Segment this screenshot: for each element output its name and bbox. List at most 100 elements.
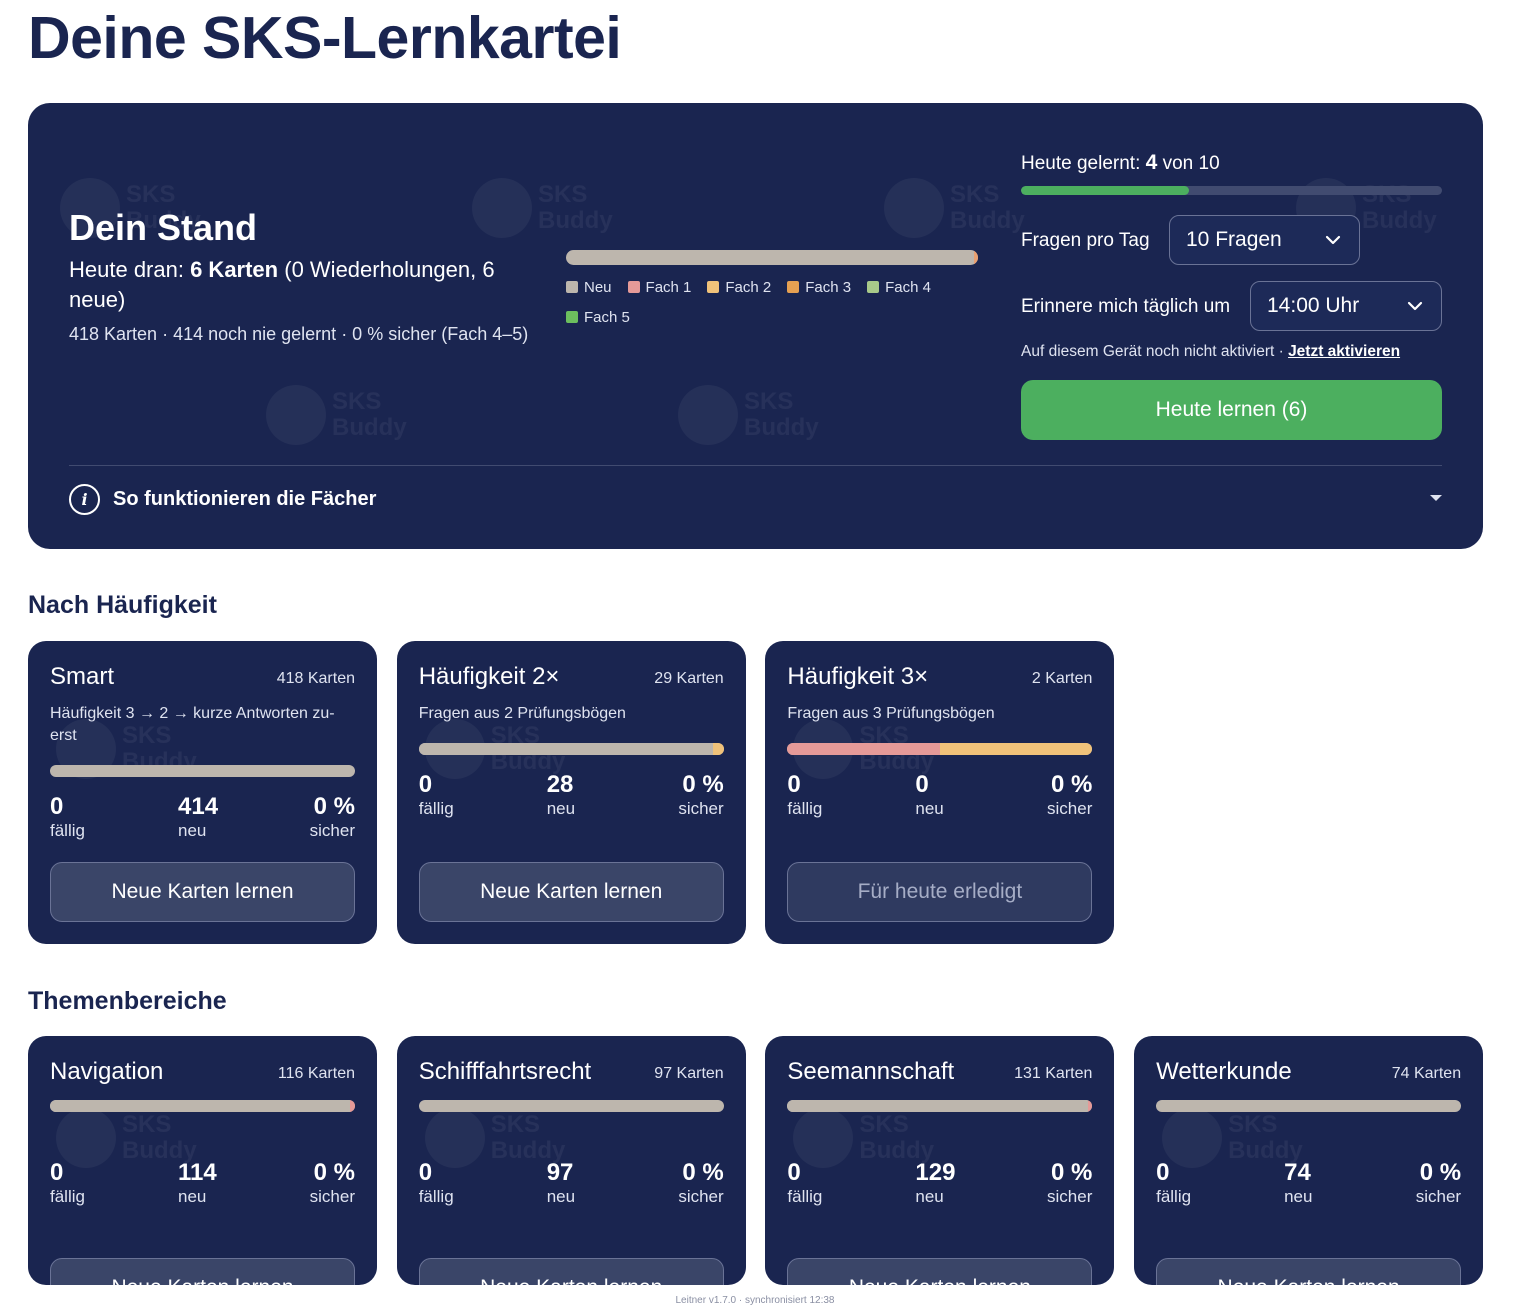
- stat-label: neu: [178, 821, 207, 840]
- stat-label: neu: [546, 799, 576, 818]
- card-progress-segment: [713, 743, 724, 755]
- card-progress-bar: [418, 743, 724, 755]
- stat-safe: 0 % sicher: [678, 772, 723, 820]
- daily-progress-fill: [1021, 186, 1190, 195]
- card-title: Wetterkunde: [1156, 1058, 1292, 1085]
- legend-label: Fach 2: [725, 278, 772, 296]
- legend-label: Neu: [584, 278, 612, 296]
- stat-label: sicher: [309, 821, 355, 840]
- stat-value: 0: [50, 793, 64, 820]
- card-count: 2 Karten: [1031, 670, 1093, 687]
- legend-swatch: [787, 281, 800, 293]
- legend-item: Fach 1: [627, 278, 691, 296]
- watermark-logo: SKSBuddy: [472, 178, 613, 238]
- card-title: Seemannschaft: [787, 1058, 955, 1085]
- stat-value: 0 %: [1419, 1159, 1462, 1186]
- card-progress-bar: [418, 1100, 724, 1112]
- stat-value: 0 %: [682, 1159, 724, 1186]
- stat-value: 0 %: [313, 793, 355, 820]
- legend-swatch: [707, 281, 720, 293]
- card-learn-button[interactable]: Neue Karten lernen: [50, 1258, 355, 1285]
- stat-safe: 0 % sicher: [310, 1160, 355, 1208]
- stat-value: 0: [915, 771, 929, 798]
- stat-value: 0: [418, 771, 433, 798]
- stat-value: 97: [546, 1159, 574, 1186]
- card-description: Häufigkeit 3 → 2 → kurze Antworten zu­er…: [50, 705, 335, 744]
- card-title: Schifffahrtsrecht: [418, 1058, 592, 1085]
- card-progress-bar: [787, 1100, 1093, 1112]
- card-learn-button[interactable]: Für heute erledigt: [787, 862, 1093, 922]
- stat-safe: 0 % sicher: [310, 794, 355, 842]
- status-panel: SKSBuddy SKSBuddy SKSBuddy SKSBuddy SKSB…: [28, 103, 1483, 549]
- reminder-time-select[interactable]: 14:00 Uhr: [1250, 281, 1442, 331]
- deck-stats: 418 Karten · 414 noch nie gelernt · 0 % …: [69, 324, 529, 344]
- stat-label: sicher: [1047, 1187, 1093, 1206]
- card-progress-segment: [418, 743, 714, 755]
- stat-new: 0 neu: [915, 772, 943, 820]
- card-count: 116 Karten: [277, 1065, 355, 1082]
- deck-card: SKS Buddy Navigation 116 Karten 0 fällig 114 ne…: [28, 1036, 377, 1285]
- stat-new: 129 neu: [915, 1160, 955, 1208]
- box-legend: Neu Fach 1 Fach 2 Fach 3 Fach 4 Fach 5: [566, 278, 986, 326]
- card-progress-segment: [418, 1100, 724, 1112]
- stat-due: 0 fällig: [419, 772, 454, 820]
- boxes-explainer-toggle[interactable]: i So funktionieren die Fächer: [69, 483, 1442, 515]
- card-count: 74 Karten: [1391, 1065, 1462, 1082]
- learned-today-label: Heute gelernt: 4 von 10: [1021, 151, 1220, 174]
- boxes-explainer-label: So funktionieren die Fächer: [113, 487, 377, 510]
- info-icon: i: [69, 483, 100, 515]
- stat-value: 0: [50, 1159, 64, 1186]
- watermark-logo: SKSBuddy: [56, 1108, 197, 1168]
- deck-card: SKS Buddy Häufigkeit 2× 29 Karten Fragen aus…: [396, 641, 746, 944]
- learn-today-button[interactable]: Heute lernen (6): [1021, 380, 1442, 440]
- watermark-logo: SKSBuddy: [266, 385, 407, 445]
- deck-card: SKS Buddy Schifffahrtsrecht 97 Karten 0 fälli…: [396, 1036, 746, 1285]
- legend-label: Fach 3: [805, 278, 852, 296]
- stat-label: neu: [546, 1187, 576, 1206]
- stat-value: 0: [418, 1159, 433, 1186]
- card-progress-segment: [50, 765, 355, 777]
- card-progress-segment: [50, 1100, 350, 1112]
- legend-swatch: [867, 281, 880, 293]
- reminder-notice: Auf diesem Gerät noch nicht aktiviert · …: [1021, 343, 1401, 360]
- card-description: Fragen aus 2 Prüfungsbögen: [418, 705, 626, 722]
- stat-safe: 0 % sicher: [1416, 1160, 1461, 1208]
- card-learn-button[interactable]: Neue Karten lernen: [418, 1258, 724, 1285]
- activate-reminder-link[interactable]: Jetzt aktivieren: [1288, 343, 1400, 360]
- legend-label: Fach 4: [885, 278, 931, 296]
- legend-item: Fach 2: [707, 278, 771, 296]
- stat-value: 414: [178, 793, 219, 820]
- stat-label: sicher: [678, 799, 724, 818]
- stat-value: 114: [178, 1159, 217, 1186]
- stat-label: neu: [915, 1187, 944, 1206]
- stat-value: 74: [1284, 1159, 1311, 1186]
- card-count: 418 Karten: [276, 670, 355, 687]
- chevron-down-icon: [1407, 301, 1423, 311]
- stat-due: 0 fällig: [787, 1160, 822, 1208]
- stat-value: 0: [787, 771, 801, 798]
- stat-label: sicher: [678, 1187, 724, 1206]
- chevron-down-icon: [1325, 235, 1341, 245]
- card-learn-button[interactable]: Neue Karten lernen: [418, 862, 724, 922]
- section-title-frequency: Nach Häufigkeit: [28, 591, 217, 619]
- watermark-logo: SKSBuddy: [424, 1108, 565, 1168]
- stat-label: neu: [178, 1187, 207, 1206]
- legend-item: Fach 4: [867, 278, 931, 296]
- card-count: 29 Karten: [654, 670, 724, 687]
- page-title: Deine SKS-Lernkartei: [28, 5, 622, 71]
- stat-label: sicher: [1415, 1187, 1462, 1206]
- reminder-label: Erinnere mich täglich um: [1021, 296, 1231, 317]
- deck-card: SKS Buddy Seemannschaft 131 Karten 0 fällig 12…: [765, 1036, 1115, 1285]
- card-title: Navigation: [50, 1058, 164, 1085]
- panel-divider: [69, 465, 1442, 466]
- card-learn-button[interactable]: Neue Karten lernen: [787, 1258, 1093, 1285]
- card-title: Smart: [50, 663, 115, 690]
- questions-per-day-select[interactable]: 10 Fragen: [1169, 215, 1360, 265]
- stat-label: fällig: [418, 1187, 454, 1206]
- card-title: Häufigkeit 3×: [787, 663, 929, 690]
- deck-card: SKS Buddy Smart 418 Karten Häufigkeit 3 → 2 …: [28, 641, 377, 944]
- stat-safe: 0 % sicher: [1047, 1160, 1092, 1208]
- stat-label: fällig: [418, 799, 454, 818]
- card-learn-button[interactable]: Neue Karten lernen: [1156, 1258, 1462, 1285]
- card-learn-button[interactable]: Neue Karten lernen: [50, 862, 355, 922]
